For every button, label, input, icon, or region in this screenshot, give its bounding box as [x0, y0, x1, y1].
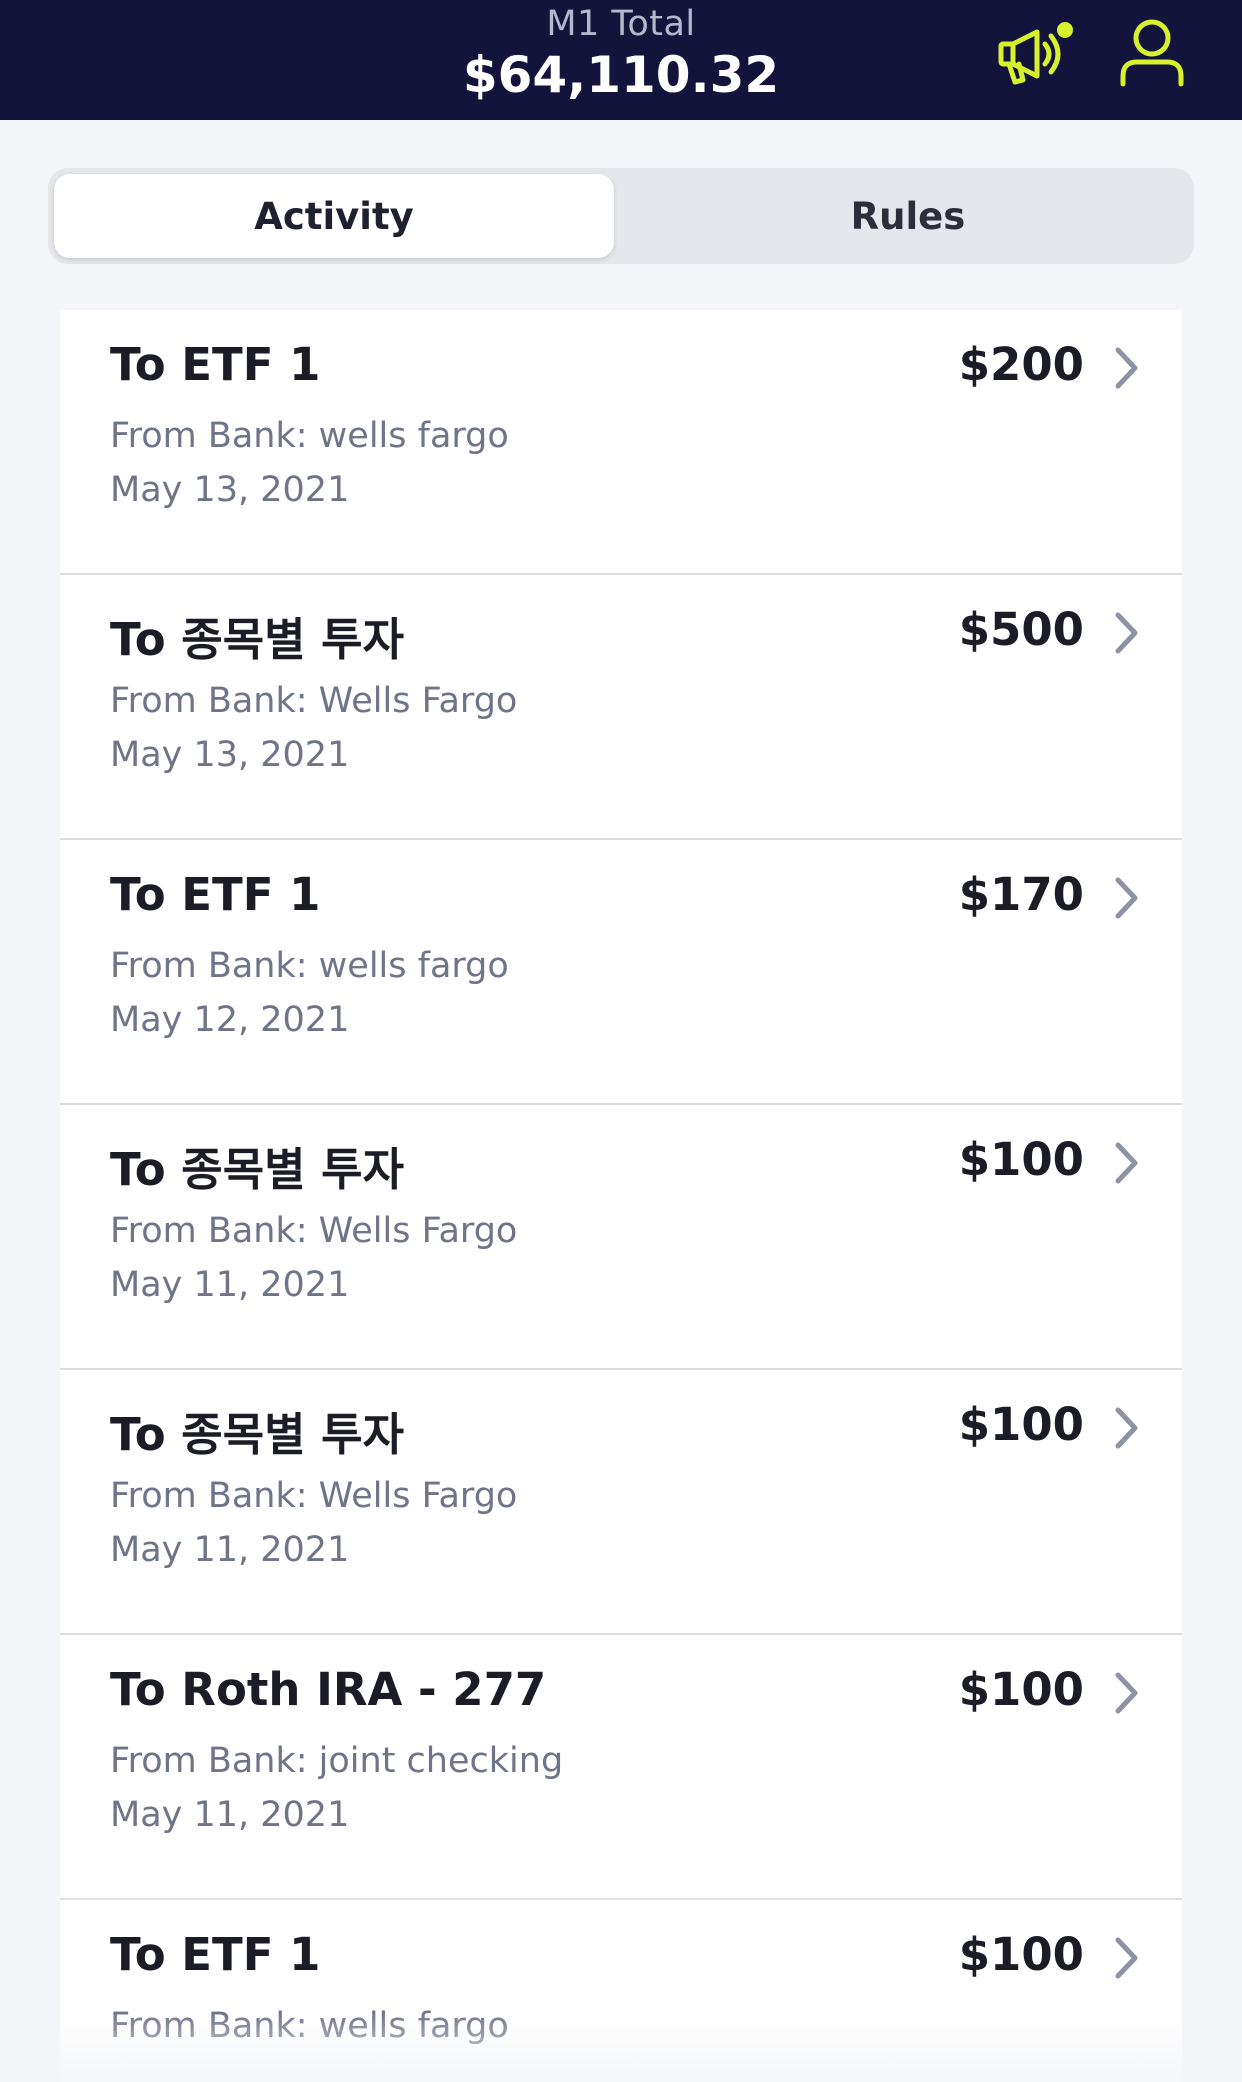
chevron-right-icon — [1115, 1672, 1138, 1714]
activity-item[interactable]: To 종목별 투자 $100 From Bank: Wells Fargo Ma… — [60, 1105, 1182, 1370]
activity-date: May 13, 2021 — [110, 470, 350, 510]
activity-source: From Bank: Wells Fargo — [110, 1211, 518, 1251]
activity-date: May 11, 2021 — [110, 1265, 350, 1305]
chevron-right-icon — [1115, 1407, 1138, 1449]
activity-amount: $170 — [958, 868, 1084, 921]
chevron-right-icon — [1115, 347, 1138, 389]
activity-title: To ETF 1 — [110, 868, 321, 921]
profile-button[interactable] — [1117, 14, 1187, 92]
activity-source: From Bank: wells fargo — [110, 946, 509, 986]
chevron-right-icon — [1115, 612, 1138, 654]
activity-source: From Bank: wells fargo — [110, 2006, 509, 2046]
activity-amount: $100 — [958, 1928, 1084, 1981]
activity-item[interactable]: To 종목별 투자 $500 From Bank: Wells Fargo Ma… — [60, 575, 1182, 840]
activity-amount: $100 — [958, 1398, 1084, 1451]
chevron-right-icon — [1115, 877, 1138, 919]
activity-date: May 11, 2021 — [110, 1795, 350, 1835]
tab-activity[interactable]: Activity — [54, 174, 614, 258]
activity-item[interactable]: To 종목별 투자 $100 From Bank: Wells Fargo Ma… — [60, 1370, 1182, 1635]
activity-title: To 종목별 투자 — [110, 1143, 404, 1196]
chevron-right-icon — [1115, 1937, 1138, 1979]
activity-item[interactable]: To ETF 1 $100 From Bank: wells fargo — [60, 1900, 1182, 2082]
profile-icon — [1120, 19, 1184, 87]
megaphone-icon — [998, 22, 1073, 85]
page: M1 Total $64,110.32 Activity Rules To ET… — [0, 0, 1242, 2082]
activity-item[interactable]: To ETF 1 $200 From Bank: wells fargo May… — [60, 310, 1182, 575]
announcements-button[interactable] — [995, 20, 1075, 90]
chevron-right-icon — [1115, 1142, 1138, 1184]
tab-rules[interactable]: Rules — [628, 174, 1188, 258]
activity-title: To ETF 1 — [110, 1928, 321, 1981]
activity-rules-switch: Activity Rules — [48, 168, 1194, 264]
activity-amount: $500 — [958, 603, 1084, 656]
activity-item[interactable]: To ETF 1 $170 From Bank: wells fargo May… — [60, 840, 1182, 1105]
activity-title: To Roth IRA - 277 — [110, 1663, 547, 1716]
activity-amount: $100 — [958, 1663, 1084, 1716]
activity-amount: $100 — [958, 1133, 1084, 1186]
activity-source: From Bank: joint checking — [110, 1741, 564, 1781]
activity-item[interactable]: To Roth IRA - 277 $100 From Bank: joint … — [60, 1635, 1182, 1900]
activity-source: From Bank: Wells Fargo — [110, 681, 518, 721]
activity-source: From Bank: wells fargo — [110, 416, 509, 456]
activity-amount: $200 — [958, 338, 1084, 391]
activity-list: To ETF 1 $200 From Bank: wells fargo May… — [60, 310, 1182, 2082]
activity-title: To 종목별 투자 — [110, 1408, 404, 1461]
activity-date: May 11, 2021 — [110, 1530, 350, 1570]
top-bar: M1 Total $64,110.32 — [0, 0, 1242, 120]
notification-dot — [1057, 22, 1073, 38]
activity-date: May 13, 2021 — [110, 735, 350, 775]
activity-source: From Bank: Wells Fargo — [110, 1476, 518, 1516]
activity-title: To 종목별 투자 — [110, 613, 404, 666]
activity-title: To ETF 1 — [110, 338, 321, 391]
activity-date: May 12, 2021 — [110, 1000, 350, 1040]
